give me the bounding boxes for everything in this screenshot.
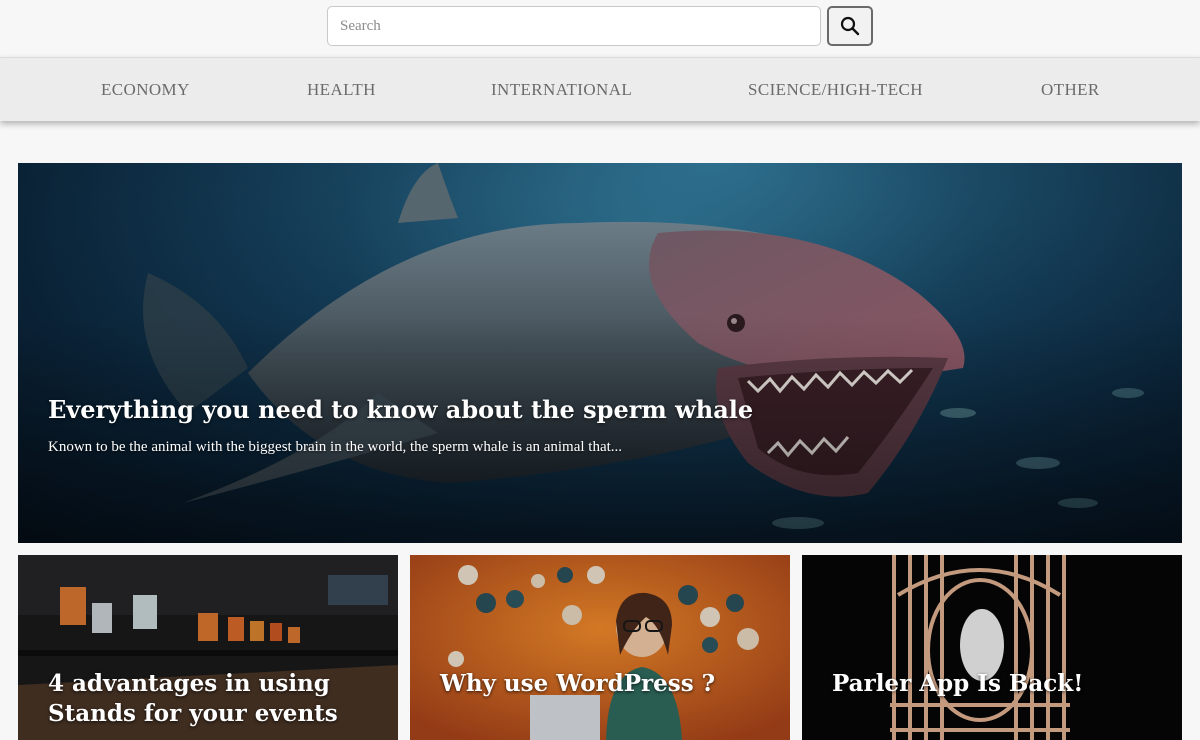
article-card-wordpress[interactable]: Why use WordPress ? [410,555,790,740]
featured-article-excerpt: Known to be the animal with the biggest … [48,439,623,455]
category-nav: ECONOMY HEALTH INTERNATIONAL SCIENCE/HIG… [0,57,1200,121]
nav-item-international[interactable]: INTERNATIONAL [491,58,632,122]
article-card-stands[interactable]: 4 advantages in using Stands for your ev… [18,555,398,740]
search-input[interactable] [327,6,821,46]
nav-item-health[interactable]: HEALTH [307,58,376,122]
nav-item-economy[interactable]: ECONOMY [101,58,190,122]
article-card-title[interactable]: 4 advantages in using Stands for your ev… [48,669,378,729]
nav-item-science-high-tech[interactable]: SCIENCE/HIGH-TECH [748,58,923,122]
article-card-image [802,555,1182,740]
search-icon [840,16,860,36]
featured-article[interactable]: Everything you need to know about the sp… [18,163,1182,543]
article-card-parler[interactable]: Parler App Is Back! [802,555,1182,740]
nav-item-other[interactable]: OTHER [1041,58,1100,122]
article-card-title[interactable]: Why use WordPress ? [440,669,770,699]
article-card-title[interactable]: Parler App Is Back! [832,669,1162,699]
featured-article-title[interactable]: Everything you need to know about the sp… [48,395,753,424]
featured-article-image [18,163,1182,543]
search-button[interactable] [827,6,873,46]
article-card-image [410,555,790,740]
